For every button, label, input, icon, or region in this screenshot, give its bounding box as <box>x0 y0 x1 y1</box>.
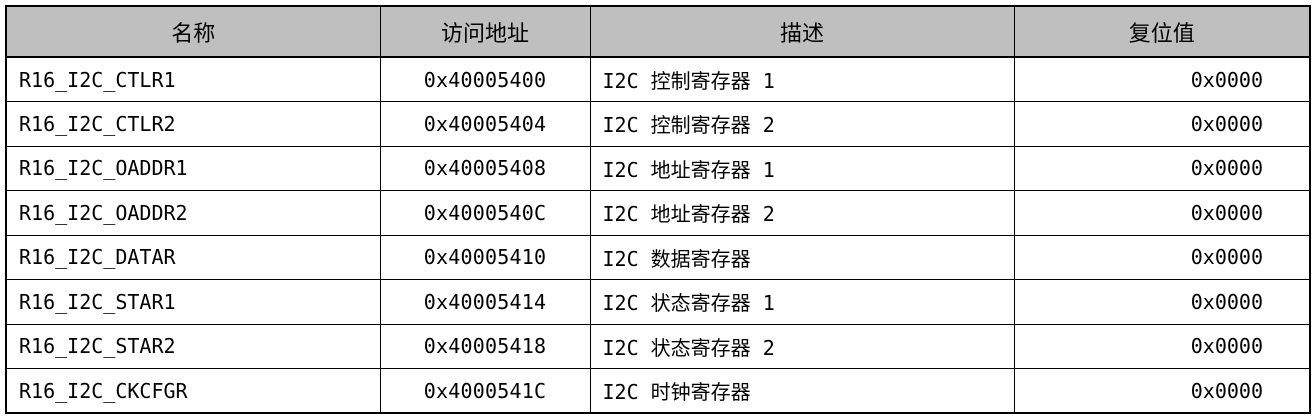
header-description: 描述 <box>589 5 1015 58</box>
table-row: R16_I2C_CTLR1 0x40005400 I2C 控制寄存器 1 0x0… <box>5 56 1311 102</box>
cell-access-address: 0x4000540C <box>379 190 591 236</box>
cell-register-name: R16_I2C_OADDR2 <box>5 190 381 236</box>
cell-access-address: 0x40005414 <box>379 279 591 325</box>
table-row: R16_I2C_CTLR2 0x40005404 I2C 控制寄存器 2 0x0… <box>5 101 1311 147</box>
header-row: 名称 访问地址 描述 复位值 <box>5 5 1311 58</box>
cell-access-address: 0x40005410 <box>379 234 591 280</box>
cell-description: I2C 数据寄存器 <box>589 234 1015 280</box>
cell-reset-value: 0x0000 <box>1013 56 1311 102</box>
table-header: 名称 访问地址 描述 复位值 <box>5 5 1311 58</box>
register-table: 名称 访问地址 描述 复位值 R16_I2C_CTLR1 0x40005400 … <box>5 5 1311 414</box>
cell-description: I2C 控制寄存器 2 <box>589 101 1015 147</box>
table-row: R16_I2C_STAR1 0x40005414 I2C 状态寄存器 1 0x0… <box>5 279 1311 325</box>
cell-register-name: R16_I2C_OADDR1 <box>5 145 381 191</box>
header-reset-value: 复位值 <box>1013 5 1311 58</box>
cell-description: I2C 控制寄存器 1 <box>589 56 1015 102</box>
cell-description: I2C 状态寄存器 2 <box>589 323 1015 369</box>
cell-reset-value: 0x0000 <box>1013 234 1311 280</box>
cell-reset-value: 0x0000 <box>1013 101 1311 147</box>
cell-access-address: 0x40005408 <box>379 145 591 191</box>
cell-description: I2C 状态寄存器 1 <box>589 279 1015 325</box>
cell-reset-value: 0x0000 <box>1013 279 1311 325</box>
table-row: R16_I2C_DATAR 0x40005410 I2C 数据寄存器 0x000… <box>5 234 1311 280</box>
table-body: R16_I2C_CTLR1 0x40005400 I2C 控制寄存器 1 0x0… <box>5 56 1311 414</box>
header-address: 访问地址 <box>379 5 591 58</box>
table-row: R16_I2C_OADDR2 0x4000540C I2C 地址寄存器 2 0x… <box>5 190 1311 236</box>
table-row: R16_I2C_STAR2 0x40005418 I2C 状态寄存器 2 0x0… <box>5 323 1311 369</box>
cell-register-name: R16_I2C_CTLR2 <box>5 101 381 147</box>
header-name: 名称 <box>5 5 381 58</box>
cell-register-name: R16_I2C_CTLR1 <box>5 56 381 102</box>
cell-reset-value: 0x0000 <box>1013 145 1311 191</box>
cell-access-address: 0x4000541C <box>379 368 591 414</box>
cell-reset-value: 0x0000 <box>1013 323 1311 369</box>
cell-description: I2C 地址寄存器 2 <box>589 190 1015 236</box>
cell-register-name: R16_I2C_DATAR <box>5 234 381 280</box>
table-row: R16_I2C_OADDR1 0x40005408 I2C 地址寄存器 1 0x… <box>5 145 1311 191</box>
cell-access-address: 0x40005418 <box>379 323 591 369</box>
table-row: R16_I2C_CKCFGR 0x4000541C I2C 时钟寄存器 0x00… <box>5 368 1311 414</box>
cell-register-name: R16_I2C_CKCFGR <box>5 368 381 414</box>
cell-reset-value: 0x0000 <box>1013 368 1311 414</box>
cell-reset-value: 0x0000 <box>1013 190 1311 236</box>
cell-register-name: R16_I2C_STAR2 <box>5 323 381 369</box>
cell-description: I2C 地址寄存器 1 <box>589 145 1015 191</box>
cell-access-address: 0x40005400 <box>379 56 591 102</box>
cell-register-name: R16_I2C_STAR1 <box>5 279 381 325</box>
cell-access-address: 0x40005404 <box>379 101 591 147</box>
cell-description: I2C 时钟寄存器 <box>589 368 1015 414</box>
